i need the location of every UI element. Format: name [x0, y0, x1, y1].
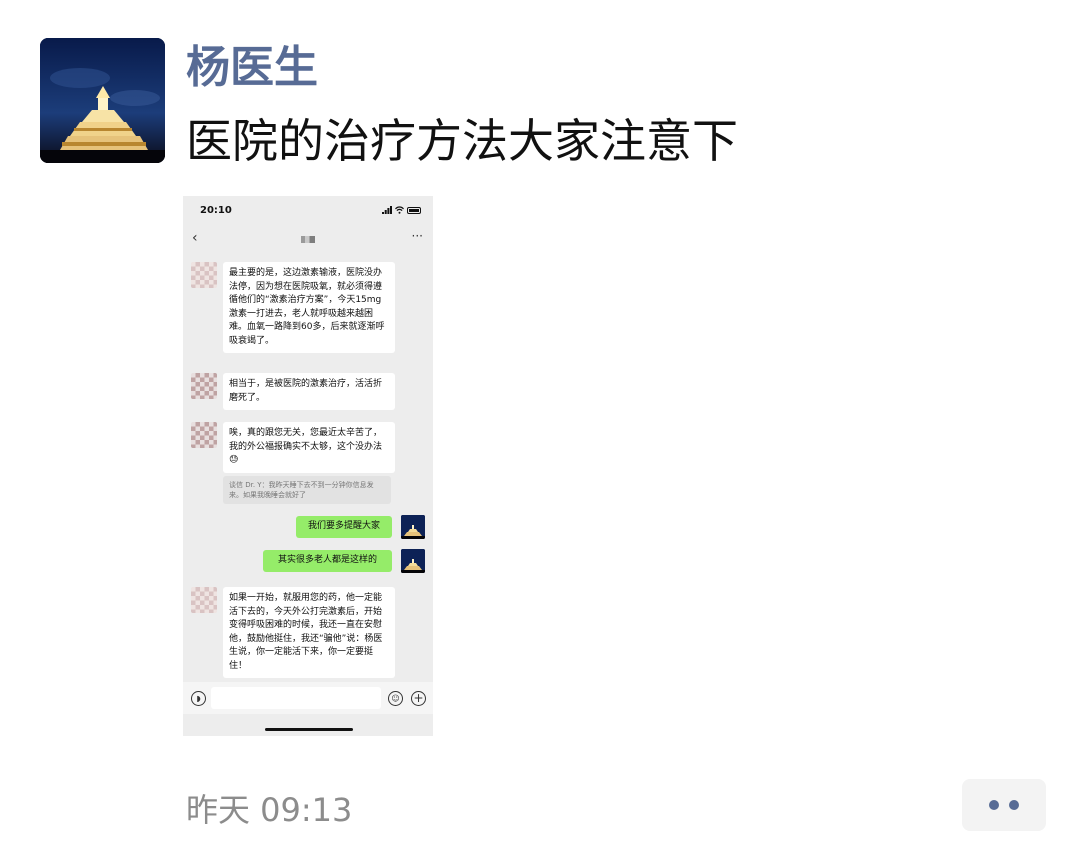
author-name[interactable]: 杨医生 — [186, 38, 318, 98]
wifi-icon — [395, 206, 404, 214]
temple-night-image — [401, 515, 425, 539]
own-avatar — [401, 549, 425, 573]
contact-avatar-pixelated — [191, 373, 217, 399]
home-indicator — [265, 728, 353, 731]
quoted-message: 谈信 Dr. Y：我昨天睡下去不到一分钟你信息发来。如果我晚睡会就好了 — [223, 476, 391, 504]
back-arrow-icon: ‹ — [192, 230, 198, 246]
more-dots-icon: ··· — [411, 229, 423, 243]
plus-icon: + — [411, 691, 426, 706]
comment-menu-button[interactable] — [962, 779, 1046, 831]
temple-night-image — [40, 38, 165, 163]
status-time: 20:10 — [200, 205, 232, 216]
chat-screenshot-image[interactable]: 20:10 ‹ ··· 最主要的是，这边激素输液，医院没办法停，因为想在医院吸氧… — [183, 196, 433, 736]
contact-avatar-pixelated — [191, 422, 217, 448]
emoji-icon: ☺ — [388, 691, 403, 706]
contact-avatar-pixelated — [191, 262, 217, 288]
chat-message-sent: 我们要多提醒大家 — [296, 516, 392, 538]
ellipsis-icon — [989, 800, 999, 810]
chat-input-bar: ◗ ☺ + — [183, 682, 433, 714]
temple-night-image — [401, 549, 425, 573]
chat-nav-bar: ‹ ··· — [183, 226, 433, 252]
contact-avatar-pixelated — [191, 587, 217, 613]
chat-message-received: 相当于，是被医院的激素治疗，活活折磨死了。 — [223, 373, 395, 410]
battery-icon — [407, 206, 421, 214]
post-text: 医院的治疗方法大家注意下 — [186, 114, 738, 168]
chat-title-pixelated — [301, 236, 315, 243]
ellipsis-icon — [1009, 800, 1019, 810]
voice-icon: ◗ — [191, 691, 206, 706]
status-bar: 20:10 — [183, 196, 433, 226]
chat-message-received: 最主要的是，这边激素输液，医院没办法停，因为想在医院吸氧，就必须得遵循他们的“激… — [223, 262, 395, 353]
chat-message-received: 唉，真的跟您无关，您最近太辛苦了，我的外公福报确实不太够，这个没办法😓 — [223, 422, 395, 473]
post-timestamp: 昨天 09:13 — [186, 791, 353, 829]
chat-message-sent: 其实很多老人都是这样的 — [263, 550, 392, 572]
chat-input-field — [211, 687, 381, 709]
signal-icon — [382, 206, 392, 214]
chat-message-received: 如果一开始，就服用您的药，他一定能活下去的，今天外公打完激素后，开始变得呼吸困难… — [223, 587, 395, 678]
status-icons — [382, 206, 421, 214]
own-avatar — [401, 515, 425, 539]
author-avatar[interactable] — [40, 38, 165, 163]
